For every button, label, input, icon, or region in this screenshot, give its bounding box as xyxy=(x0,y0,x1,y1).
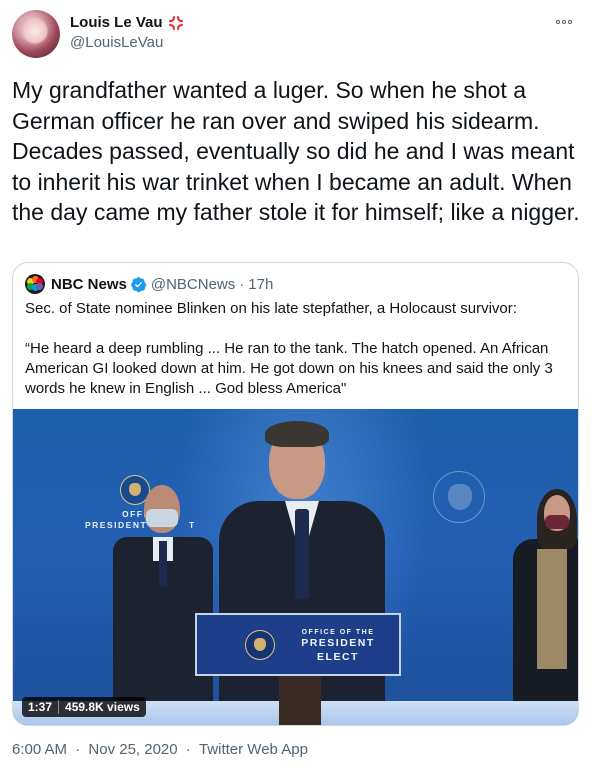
verified-badge-icon xyxy=(130,276,147,293)
wall-text-elect-fragment: T xyxy=(189,520,196,530)
meta-separator: · xyxy=(75,741,81,758)
podium-text: OFFICE OF THE PRESIDENT ELECT xyxy=(293,629,383,664)
podium-elect-label: ELECT xyxy=(317,651,359,663)
tweet-date[interactable]: Nov 25, 2020 xyxy=(88,741,177,758)
podium-sign: OFFICE OF THE PRESIDENT ELECT xyxy=(195,613,401,676)
podium-stand xyxy=(279,676,321,725)
quoted-tweet[interactable]: NBC News @NBCNews · 17h Sec. of State no… xyxy=(12,262,579,726)
quoted-display-name: NBC News xyxy=(51,275,127,293)
wall-text-president: PRESIDENT xyxy=(85,520,148,530)
tweet-metadata: 6:00 AM · Nov 25, 2020 · Twitter Web App xyxy=(12,741,308,758)
anger-symbol-icon xyxy=(168,15,184,31)
author-handle[interactable]: @LouisLeVau xyxy=(70,34,163,51)
quoted-handle: @NBCNews xyxy=(150,275,236,293)
tweet-source[interactable]: Twitter Web App xyxy=(199,741,308,758)
quoted-separator: · xyxy=(239,275,245,293)
podium-president-label: PRESIDENT xyxy=(301,637,375,649)
tweet-text: My grandfather wanted a luger. So when h… xyxy=(12,77,581,225)
more-options-icon[interactable] xyxy=(556,16,576,28)
quoted-timestamp[interactable]: 17h xyxy=(248,276,273,293)
presidential-seal-right-icon xyxy=(433,471,485,523)
video-views: 459.8K views xyxy=(65,700,140,714)
avatar[interactable] xyxy=(12,10,60,58)
podium-office-label: OFFICE OF THE xyxy=(301,629,375,636)
nbc-peacock-icon xyxy=(25,274,45,294)
meta-separator: · xyxy=(185,741,191,758)
podium-seal-icon xyxy=(245,630,275,660)
video-duration: 1:37 xyxy=(28,700,53,714)
tweet: Louis Le Vau @LouisLeVau My grandfather … xyxy=(0,0,592,773)
video-player[interactable]: OFFIC PRESIDENT T OFFICE OF THE PRESIDEN… xyxy=(13,409,578,725)
author-name-row: Louis Le Vau xyxy=(70,14,184,31)
tweet-time[interactable]: 6:00 AM xyxy=(12,741,67,758)
quoted-tweet-header: NBC News @NBCNews · 17h xyxy=(25,274,273,294)
quoted-tweet-text: Sec. of State nominee Blinken on his lat… xyxy=(25,300,553,397)
video-info-badge: 1:37 459.8K views xyxy=(22,697,146,717)
tweet-header: Louis Le Vau @LouisLeVau xyxy=(12,10,580,60)
author-display-name[interactable]: Louis Le Vau xyxy=(70,14,163,31)
